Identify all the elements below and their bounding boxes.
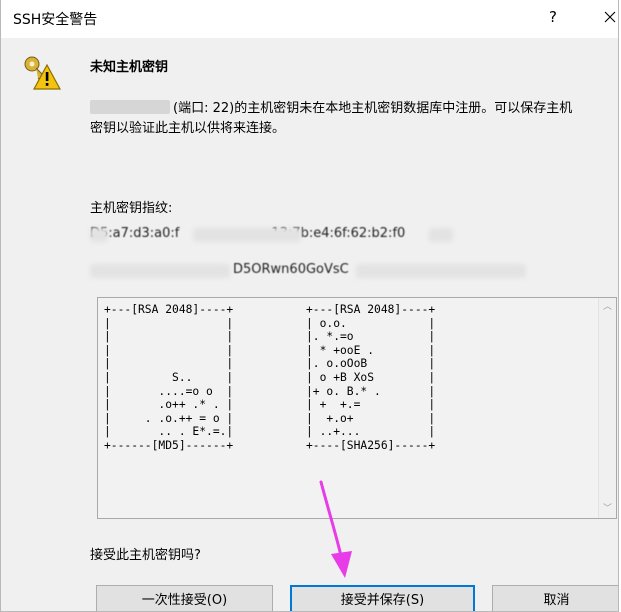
help-button[interactable]: ? (549, 8, 557, 26)
message-line-1: (端口: 22)的主机密钥未在本地主机密钥数据库中注册。可以保存主机 (173, 101, 573, 116)
fingerprint-redaction (193, 228, 301, 242)
heading-unknown-host-key: 未知主机密钥 (90, 60, 169, 75)
scroll-up-icon[interactable]: ︿ (599, 298, 616, 316)
randomart-md5: +---[RSA 2048]----+ | | | | | | | | | S.… (104, 303, 234, 452)
accept-and-save-button[interactable]: 接受并保存(S) (290, 585, 475, 611)
fingerprint-redaction (429, 228, 453, 242)
close-icon (604, 11, 616, 23)
window-title: SSH安全警告 (13, 12, 98, 28)
cancel-button[interactable]: 取消 (492, 585, 618, 611)
message-line-2: 密钥以验证此主机以供将来连接。 (90, 121, 286, 136)
fingerprint-redaction (90, 228, 108, 242)
sha256-fingerprint: D5ORwn60GoVsC (233, 262, 349, 277)
randomart-sha256: +---[RSA 2048]----+ | o.o. | |. *.=o | |… (306, 303, 436, 452)
title-bar: SSH安全警告 ? (1, 0, 618, 38)
warning-message: (端口: 22)的主机密钥未在本地主机密钥数据库中注册。可以保存主机 密钥以验证… (90, 99, 615, 139)
vertical-scrollbar[interactable]: ︿ ﹀ (598, 298, 616, 518)
redacted-hostname (90, 100, 170, 114)
fingerprint-redaction (356, 264, 526, 278)
close-button[interactable] (599, 4, 618, 30)
key-warning-icon (24, 56, 61, 90)
accept-once-button[interactable]: 一次性接受(O) (96, 585, 273, 611)
fingerprint-redaction (90, 264, 230, 278)
ssh-security-warning-dialog: SSH安全警告 ? 未知主机密钥 (端口: 22)的主机密钥未在本地主机密钥数据… (0, 0, 619, 612)
accept-question: 接受此主机密钥吗? (90, 548, 201, 563)
scroll-down-icon[interactable]: ﹀ (599, 500, 616, 518)
fingerprint-label: 主机密钥指纹: (90, 201, 173, 216)
randomart-panel[interactable]: +---[RSA 2048]----+ | | | | | | | | | S.… (97, 297, 617, 519)
